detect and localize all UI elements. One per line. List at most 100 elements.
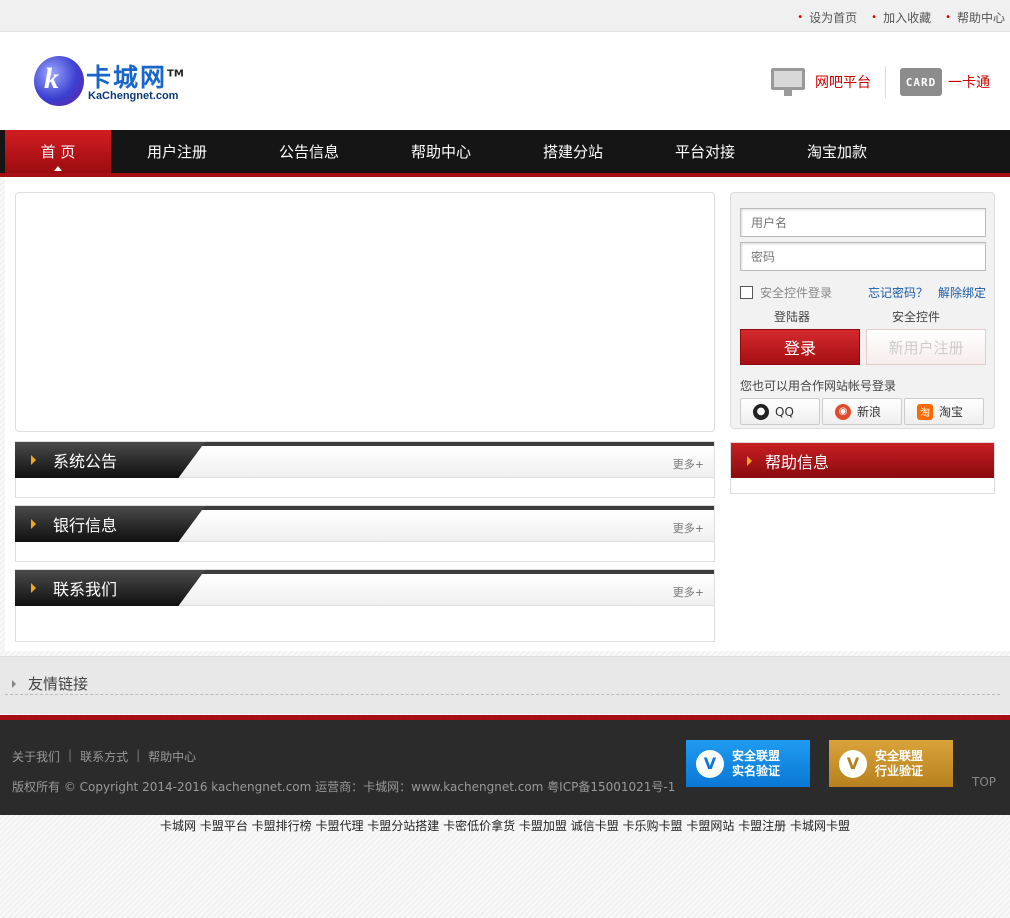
one-card-link[interactable]: CARD 一卡通 [900,68,990,96]
notice-panel-tab: 系统公告 [15,442,205,478]
header-divider [885,66,886,98]
arrow-right-icon [31,519,36,529]
banner-area [15,192,715,432]
contact-link[interactable]: 联系方式 [80,748,128,765]
contact-more-link[interactable]: 更多+ [673,584,704,600]
nav-platform-api-label: 平台对接 [674,143,735,161]
logo-emblem-icon: k [34,56,84,106]
footer: 关于我们 | 联系方式 | 帮助中心 版权所有 © Copyright 2014… [0,715,1010,815]
login-button[interactable]: 登录 [740,329,860,365]
set-homepage-link[interactable]: • 设为首页 [797,9,857,26]
about-us-link[interactable]: 关于我们 [12,748,60,765]
logo-letter: k [44,62,59,95]
site-logo[interactable]: k 卡城网TM KaChengnet.com [34,56,214,108]
bullet-icon: • [945,12,951,23]
nav-substation-label: 搭建分站 [542,143,603,161]
nav-taobao-topup[interactable]: 淘宝加款 [771,130,903,173]
cert2-line2: 行业验证 [875,763,924,778]
add-favorite-label: 加入收藏 [883,11,932,25]
nav-substation[interactable]: 搭建分站 [507,130,639,173]
footer-links: 关于我们 | 联系方式 | 帮助中心 [12,748,196,765]
footer-separator: | [136,748,141,762]
notice-more-link[interactable]: 更多+ [673,456,704,472]
active-caret-icon [54,166,62,171]
notice-panel-title: 系统公告 [53,452,118,471]
cert1-line1: 安全联盟 [732,748,781,763]
login-box: 安全控件登录 忘记密码？ 解除绑定 登陆器 安全控件 登录 新用户注册 您也可以… [730,192,995,429]
unbind-link[interactable]: 解除绑定 [938,284,986,301]
add-favorite-link[interactable]: • 加入收藏 [871,9,931,26]
friend-links-section: 友情链接 [0,656,1010,714]
monitor-icon [771,68,805,96]
footer-separator: | [68,748,73,762]
industry-cert-badge[interactable]: V 安全联盟 行业验证 [829,740,953,787]
netbar-platform-link[interactable]: 网吧平台 [771,68,871,96]
help-center-top-label: 帮助中心 [956,11,1005,25]
header: k 卡城网TM KaChengnet.com 网吧平台 CARD 一卡通 [0,32,1010,130]
nav-platform-api[interactable]: 平台对接 [639,130,771,173]
weibo-login-label: 新浪 [857,405,882,419]
seo-keywords: 卡城网 卡盟平台 卡盟排行榜 卡盟代理 卡盟分站搭建 卡密低价拿货 卡盟加盟 诚… [160,819,850,833]
arrow-right-icon [12,679,16,688]
taobao-icon: 淘 [917,403,933,420]
notice-panel-header: 系统公告 更多+ [15,442,714,478]
help-info-title: 帮助信息 [765,452,830,472]
nav-announcements[interactable]: 公告信息 [243,130,375,173]
nav-help-label: 帮助中心 [410,143,471,161]
back-to-top-link[interactable]: TOP [972,775,996,789]
weibo-icon: ◉ [835,403,851,420]
new-user-register-button[interactable]: 新用户注册 [866,329,986,365]
safe-login-row: 安全控件登录 忘记密码？ 解除绑定 [740,284,986,301]
nav-register[interactable]: 用户注册 [111,130,243,173]
login-client-link[interactable]: 登陆器 [774,308,810,325]
main-nav: 首 页 用户注册 公告信息 帮助中心 搭建分站 平台对接 淘宝加款 [0,130,1010,177]
qq-login-label: QQ [775,404,794,419]
netbar-platform-label: 网吧平台 [815,75,871,91]
logo-title-text: 卡城网 [86,63,168,92]
top-bar: • 设为首页 • 加入收藏 • 帮助中心 [0,0,1010,32]
bank-more-link[interactable]: 更多+ [673,520,704,536]
card-icon: CARD [900,68,942,96]
password-input[interactable] [740,242,986,271]
bullet-icon: • [797,12,804,23]
username-input[interactable] [740,208,986,237]
help-info-panel: 帮助信息 [730,442,995,494]
one-card-label: 一卡通 [948,75,990,91]
logo-subtitle: KaChengnet.com [88,90,179,102]
logo-tm: TM [167,68,184,80]
arrow-right-icon [31,583,36,593]
real-name-cert-badge[interactable]: V 安全联盟 实名验证 [686,740,810,787]
qq-login-button[interactable]: ● QQ [740,398,820,425]
bank-panel-header: 银行信息 更多+ [15,506,714,542]
help-center-footer-link[interactable]: 帮助中心 [148,748,196,765]
safe-login-checkbox[interactable] [740,286,753,299]
qq-penguin-icon: ● [753,403,769,420]
help-info-header: 帮助信息 [731,443,994,478]
bank-panel-title: 银行信息 [53,516,118,535]
contact-panel-title: 联系我们 [53,580,118,599]
nav-help[interactable]: 帮助中心 [375,130,507,173]
taobao-login-label: 淘宝 [939,405,964,419]
nav-taobao-topup-label: 淘宝加款 [806,143,867,161]
nav-home[interactable]: 首 页 [5,130,111,173]
contact-panel: 联系我们 更多+ [15,569,715,642]
contact-panel-tab: 联系我们 [15,570,205,606]
taobao-login-button[interactable]: 淘淘宝 [904,398,984,425]
verified-v-icon: V [839,749,867,778]
verified-v-icon: V [696,749,724,778]
partner-login-buttons: ● QQ ◉ 新浪 淘淘宝 [740,398,984,425]
dashed-divider [5,694,1000,695]
bank-panel-tab: 银行信息 [15,506,205,542]
arrow-right-icon [747,456,752,466]
safe-login-label: 安全控件登录 [760,286,833,300]
copyright-text: 版权所有 © Copyright 2014-2016 kachengnet.co… [12,780,676,794]
weibo-login-button[interactable]: ◉ 新浪 [822,398,902,425]
top-links: • 设为首页 • 加入收藏 • 帮助中心 [797,9,1005,26]
notice-panel: 系统公告 更多+ [15,441,715,498]
forgot-password-link[interactable]: 忘记密码？ [868,284,928,301]
header-right-links: 网吧平台 CARD 一卡通 [771,66,990,98]
contact-panel-header: 联系我们 更多+ [15,570,714,606]
help-center-top-link[interactable]: • 帮助中心 [945,9,1005,26]
security-control-link[interactable]: 安全控件 [892,308,940,325]
partner-login-tip: 您也可以用合作网站帐号登录 [740,379,897,393]
